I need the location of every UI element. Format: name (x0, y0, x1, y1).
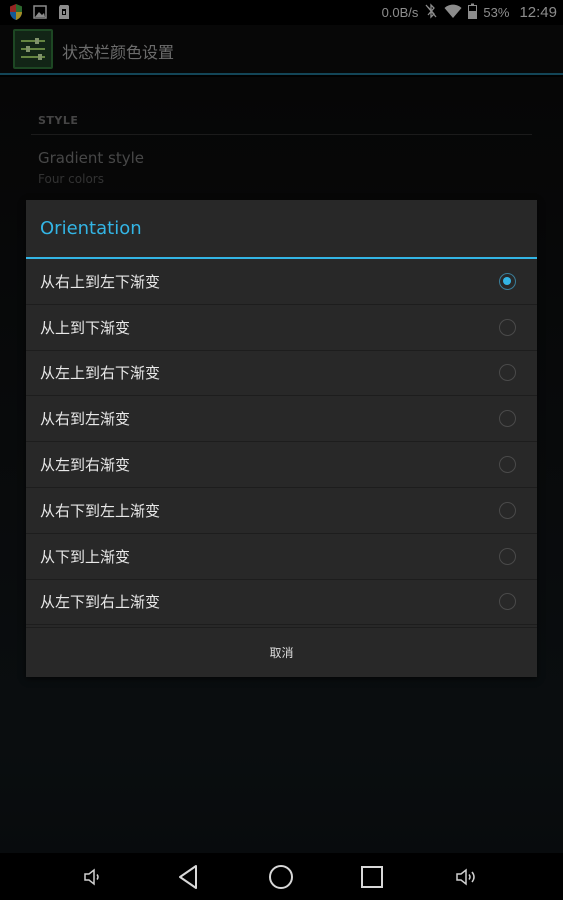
cancel-button[interactable]: 取消 (26, 628, 537, 677)
radio-button[interactable] (499, 456, 516, 474)
option-label: 从右下到左上渐变 (40, 501, 161, 520)
option-label: 从上到下渐变 (40, 318, 131, 337)
orientation-dialog: Orientation 从右上到左下渐变 从上到下渐变 从左上到右下渐变 从右到… (26, 200, 537, 677)
volume-up-icon[interactable] (451, 861, 483, 893)
option-label: 从下到上渐变 (40, 547, 131, 566)
recents-icon[interactable] (356, 861, 388, 893)
radio-button[interactable] (499, 593, 516, 611)
orientation-option[interactable]: 从右到左渐变 (26, 396, 537, 443)
volume-down-icon[interactable] (77, 861, 109, 893)
orientation-option[interactable]: 从左上到右下渐变 (26, 351, 537, 397)
navigation-bar (0, 853, 563, 900)
option-label: 从左到右渐变 (40, 456, 131, 475)
orientation-option[interactable]: 从下到上渐变 (26, 534, 537, 580)
radio-button[interactable] (499, 318, 516, 336)
radio-button-checked[interactable] (499, 272, 516, 290)
back-icon[interactable] (172, 861, 204, 893)
radio-button[interactable] (499, 547, 516, 565)
orientation-option[interactable]: 从左下到右上渐变 (26, 580, 537, 626)
orientation-option[interactable]: 从右上到左下渐变 (26, 259, 537, 305)
orientation-option[interactable]: 从上到下渐变 (26, 305, 537, 351)
orientation-option[interactable]: 从左到右渐变 (26, 442, 537, 488)
radio-button[interactable] (499, 501, 516, 519)
orientation-option[interactable]: 从右下到左上渐变 (26, 488, 537, 534)
radio-button[interactable] (499, 410, 516, 428)
home-icon[interactable] (265, 861, 297, 893)
option-label: 从左下到右上渐变 (40, 593, 161, 612)
option-label: 从右上到左下渐变 (40, 272, 161, 291)
radio-button[interactable] (499, 364, 516, 382)
dialog-footer: 取消 (26, 627, 537, 677)
dialog-title: Orientation (26, 200, 537, 259)
option-label: 从右到左渐变 (40, 410, 131, 429)
option-label: 从左上到右下渐变 (40, 364, 161, 383)
orientation-options: 从右上到左下渐变 从上到下渐变 从左上到右下渐变 从右到左渐变 从左到右渐变 从… (26, 259, 537, 626)
